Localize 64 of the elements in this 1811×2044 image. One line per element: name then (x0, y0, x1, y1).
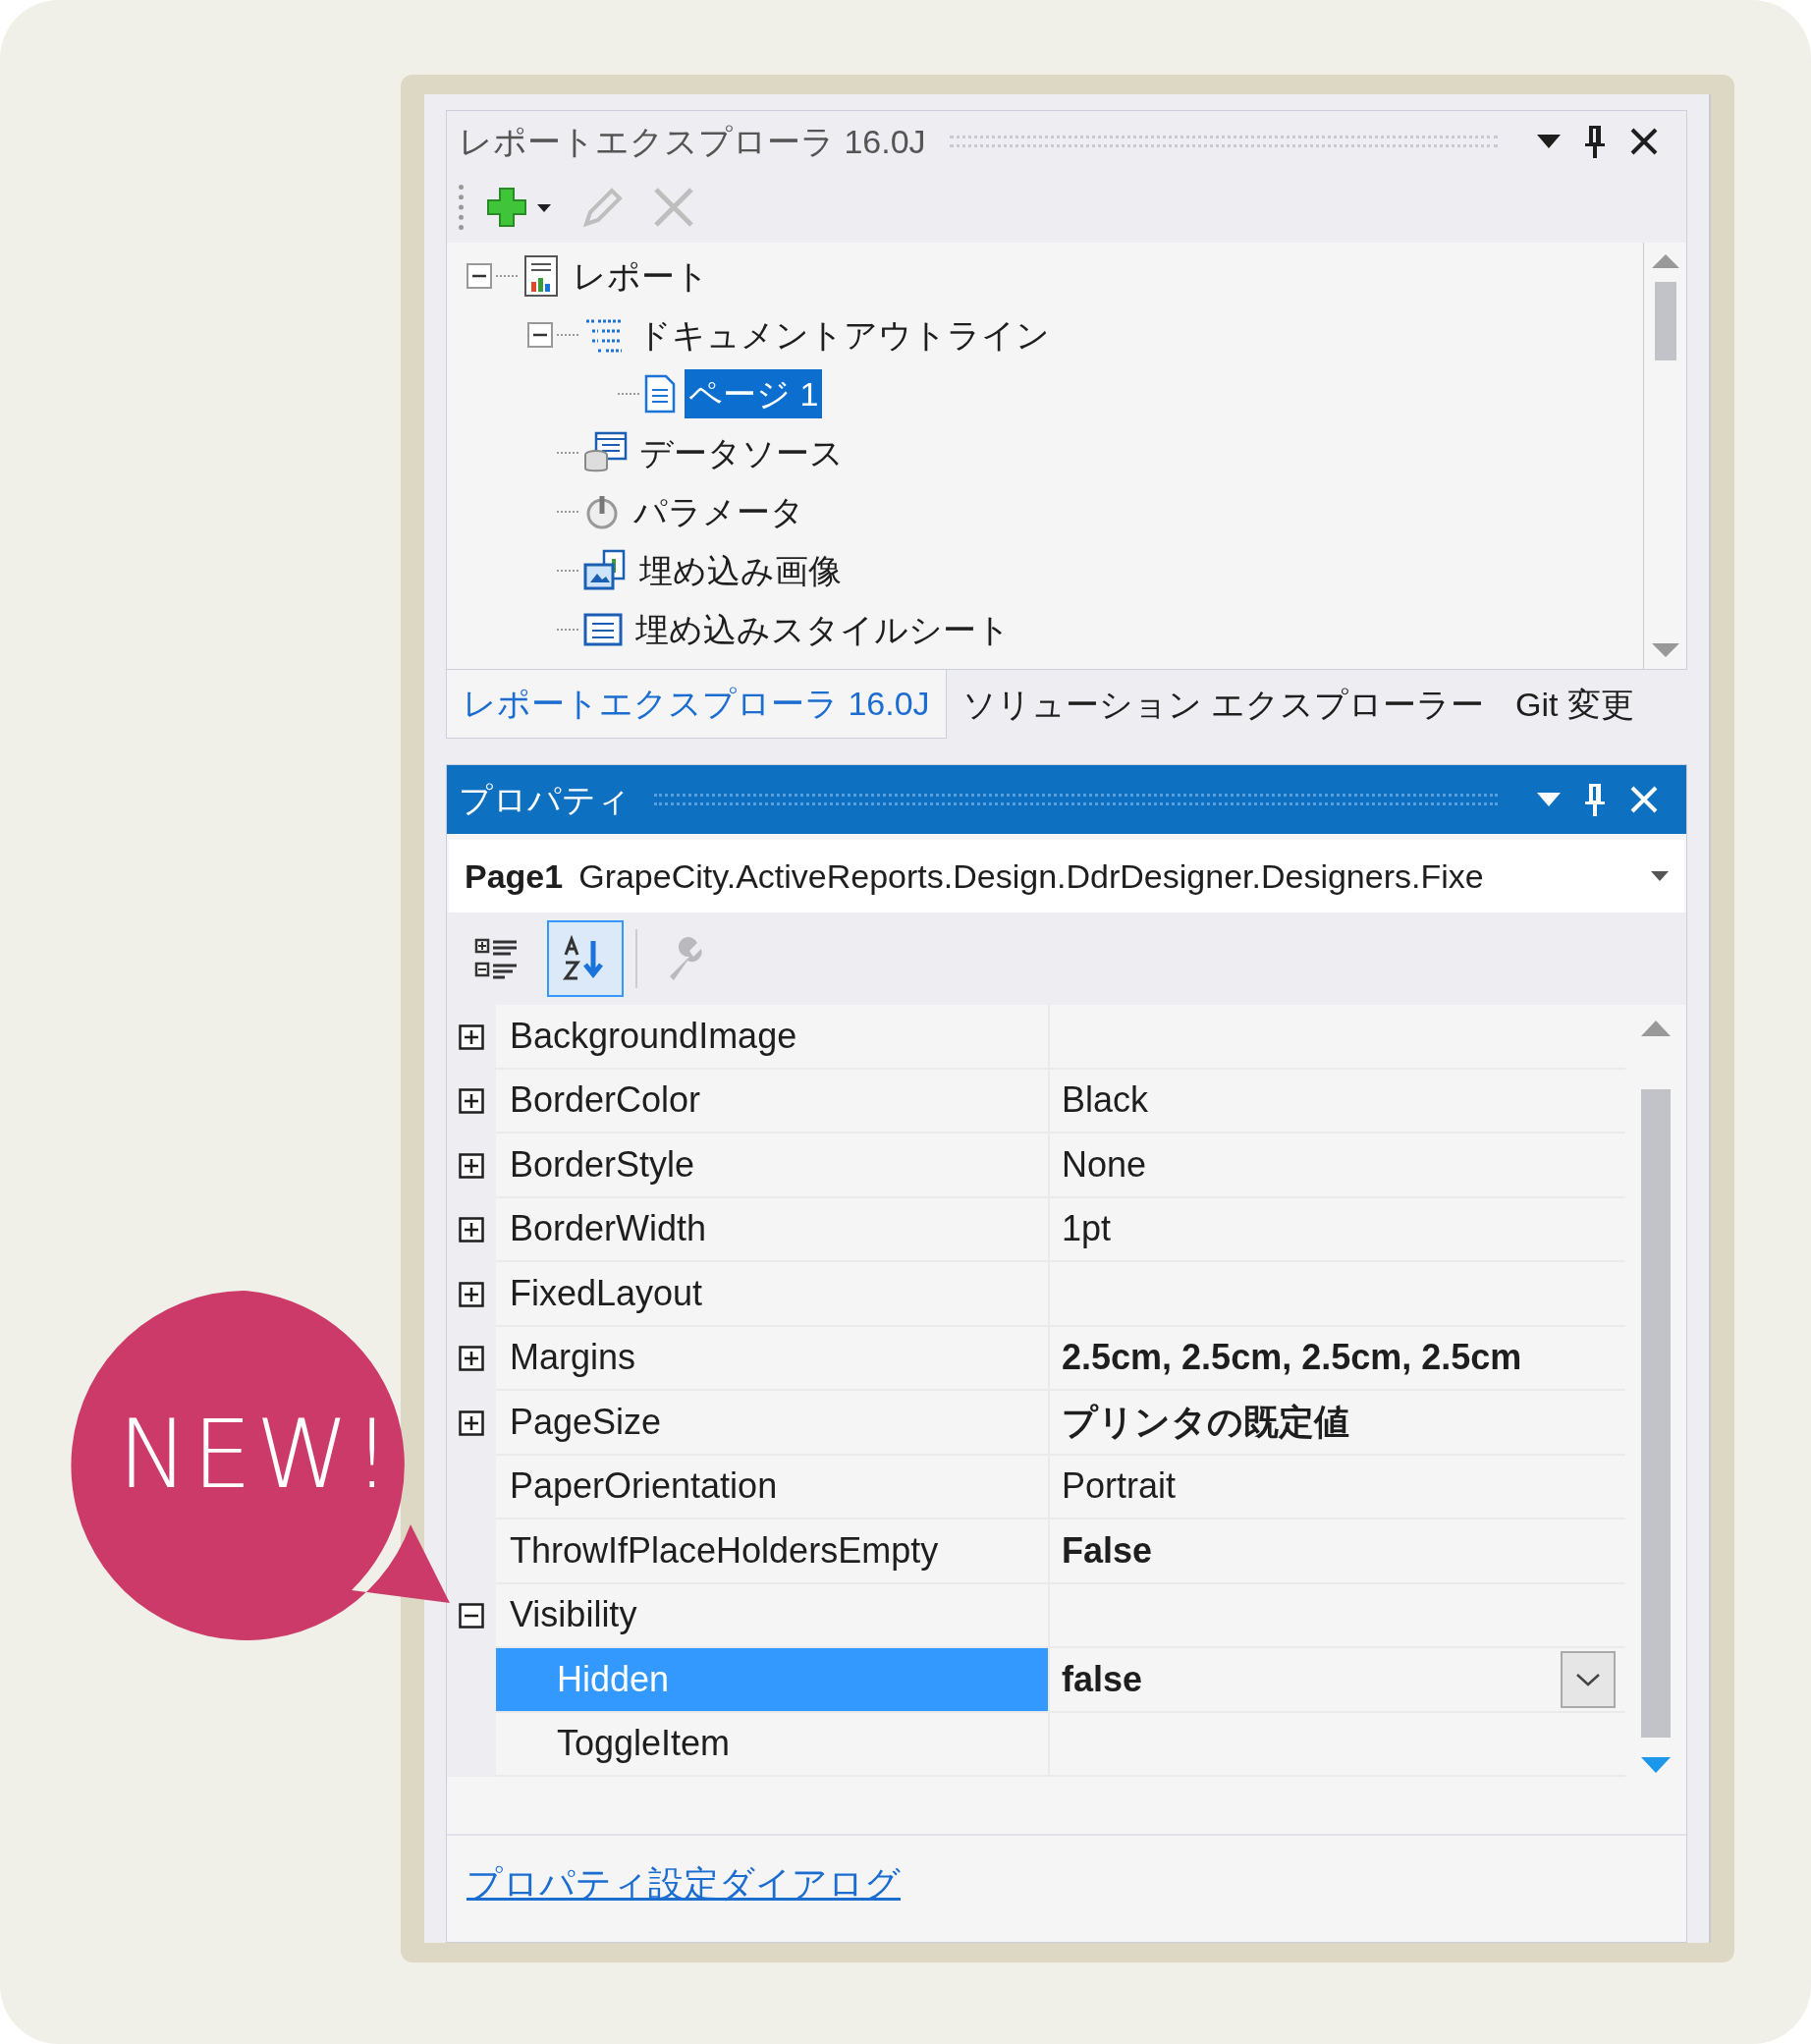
property-value: 2.5cm, 2.5cm, 2.5cm, 2.5cm (1062, 1336, 1523, 1380)
tree-item[interactable]: データソース (635, 428, 848, 477)
list-icon (582, 612, 624, 647)
property-name[interactable]: PageSize (496, 1391, 1050, 1456)
dropdown-button[interactable] (1561, 1650, 1616, 1708)
tab[interactable]: Git 変更 (1500, 670, 1650, 739)
scroll-up-icon[interactable] (1641, 1021, 1671, 1036)
tree-item[interactable]: 埋め込み画像 (635, 546, 846, 595)
panel-title: プロパティ (459, 779, 631, 820)
property-value: Black (1062, 1078, 1150, 1123)
property-value: false (1062, 1657, 1144, 1701)
link[interactable]: プロパティ設定ダイアログ (466, 1863, 901, 1904)
scroll-up-icon[interactable] (1651, 254, 1679, 268)
panel-title: レポートエクスプローラ 16.0J (459, 121, 926, 162)
object-selector[interactable]: Page1 GrapeCity.ActiveReports.Design.DdrDesigner.Designers.Fixe (449, 840, 1684, 912)
report-icon (521, 254, 561, 298)
property-name[interactable]: Visibility (496, 1583, 1050, 1648)
expand-icon[interactable] (459, 1088, 484, 1115)
sort-az-button[interactable] (547, 920, 624, 997)
dropdown-arrow-icon[interactable] (1537, 135, 1561, 148)
close-icon[interactable] (1629, 127, 1659, 156)
tab[interactable]: レポートエクスプローラ 16.0J (446, 670, 947, 739)
tab[interactable]: ソリューション エクスプローラー (946, 670, 1501, 739)
object-name: Page1 (465, 856, 564, 897)
property-name[interactable]: BorderStyle (496, 1133, 1050, 1198)
collapse-icon[interactable] (527, 322, 553, 348)
expand-icon[interactable] (459, 1281, 484, 1307)
property-name[interactable]: BorderColor (496, 1069, 1050, 1133)
page-icon (643, 374, 677, 414)
property-value: Portrait (1062, 1464, 1178, 1509)
object-type: GrapeCity.ActiveReports.Design.DdrDesigner.Designers.Fixe (578, 856, 1485, 897)
tree-item[interactable]: ドキュメントアウトライン (633, 310, 1054, 359)
expand-icon[interactable] (459, 1217, 484, 1243)
database-icon (582, 431, 628, 474)
property-name[interactable]: Margins (496, 1326, 1050, 1391)
expand-icon[interactable] (459, 1409, 484, 1436)
scroll-down-icon[interactable] (1641, 1757, 1671, 1773)
tree-item[interactable]: 埋め込みスタイルシート (631, 605, 1015, 654)
property-value: プリンタの既定値 (1062, 1400, 1350, 1444)
property-value: False (1062, 1528, 1154, 1573)
property-name[interactable]: BackgroundImage (496, 1005, 1050, 1070)
property-name[interactable]: ThrowIfPlaceHoldersEmpty (496, 1519, 1050, 1584)
pin-icon[interactable] (1584, 124, 1606, 159)
image-icon (582, 549, 628, 592)
tree-item[interactable]: パラメータ (630, 487, 808, 536)
expand-icon[interactable] (459, 1346, 484, 1372)
scrollbar-thumb[interactable] (1641, 1089, 1671, 1738)
tree-item[interactable]: ページ 1 (685, 369, 823, 418)
property-name[interactable]: ToggleItem (496, 1712, 1050, 1777)
tree-item[interactable]: レポート (569, 251, 713, 301)
property-value: None (1062, 1142, 1148, 1187)
property-name[interactable]: FixedLayout (496, 1262, 1050, 1327)
collapse-icon[interactable] (459, 1603, 484, 1630)
expand-icon[interactable] (459, 1152, 484, 1179)
expand-icon[interactable] (459, 1023, 484, 1050)
chevron-down-icon (1575, 1672, 1601, 1686)
callout-text: NEW! (118, 1408, 395, 1502)
scrollbar-thumb[interactable] (1654, 282, 1676, 360)
dropdown-arrow-icon[interactable] (1651, 871, 1669, 881)
property-value: 1pt (1062, 1207, 1113, 1251)
collapse-icon[interactable] (466, 263, 492, 289)
scroll-down-icon[interactable] (1651, 643, 1679, 657)
property-name[interactable]: BorderWidth (496, 1197, 1050, 1262)
property-name[interactable]: PaperOrientation (496, 1455, 1050, 1519)
